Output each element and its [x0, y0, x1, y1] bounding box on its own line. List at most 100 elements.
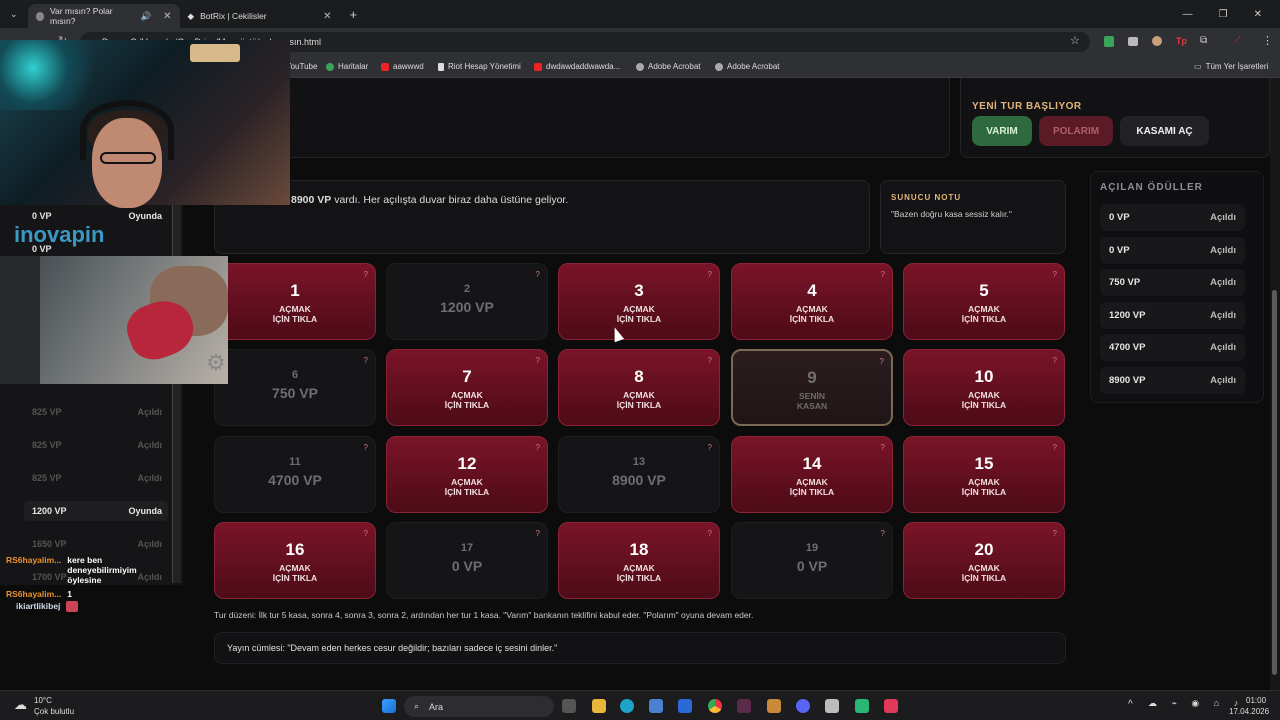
kasami-ac-button[interactable]: KASAMI AÇ [1120, 116, 1209, 146]
bookmark-riot[interactable]: Riot Hesap Yönetimi [438, 62, 521, 71]
chrome-icon[interactable] [708, 699, 722, 713]
varim-button[interactable]: VARIM [972, 116, 1032, 146]
help-icon: ? [707, 443, 712, 452]
row-status: Açıldı [137, 539, 162, 549]
extension-icon[interactable]: Tp [1176, 36, 1187, 46]
case-card-14[interactable]: ? 14 AÇMAK İÇİN TIKLA [731, 436, 893, 513]
poster [190, 44, 240, 62]
case-label: AÇMAK İÇİN TIKLA [961, 390, 1007, 410]
case-card-8[interactable]: ? 8 AÇMAK İÇİN TIKLA [558, 349, 720, 426]
case-label: AÇMAK İÇİN TIKLA [616, 390, 662, 410]
edge-icon[interactable] [620, 699, 634, 713]
extensions-puzzle-icon[interactable]: ⧉ [1200, 35, 1207, 46]
extension-icon[interactable] [1104, 36, 1114, 47]
help-icon: ? [535, 443, 540, 452]
help-icon: ? [1052, 270, 1057, 279]
case-card-16[interactable]: ? 16 AÇMAK İÇİN TIKLA [214, 522, 376, 599]
task-view-icon[interactable] [562, 699, 576, 713]
bookmark-all[interactable]: ▭ Tüm Yer İşaretleri [1194, 62, 1268, 71]
page-scrollbar-thumb[interactable] [1272, 290, 1277, 675]
case-card-10[interactable]: ? 10 AÇMAK İÇİN TIKLA [903, 349, 1065, 426]
discord-icon[interactable] [796, 699, 810, 713]
bookmark-aawwwd[interactable]: aawwwd [381, 62, 424, 71]
help-icon: ? [707, 270, 712, 279]
bookmark-haritalar[interactable]: Haritalar [326, 62, 368, 71]
app-icon[interactable] [825, 699, 839, 713]
case-card-20[interactable]: ? 20 AÇMAK İÇİN TIKLA [903, 522, 1065, 599]
case-card-15[interactable]: ? 15 AÇMAK İÇİN TIKLA [903, 436, 1065, 513]
case-card-9: ? 9 SENİN KASAN [731, 349, 893, 426]
help-icon: ? [1052, 443, 1057, 452]
case-card-1[interactable]: ? 1 AÇMAK İÇİN TIKLA [214, 263, 376, 340]
close-tab-icon[interactable]: ✕ [163, 11, 171, 22]
reward-status: Açıldı [1210, 375, 1236, 386]
help-icon: ? [535, 270, 540, 279]
case-label: AÇMAK İÇİN TIKLA [961, 563, 1007, 583]
extension-icon[interactable] [1152, 36, 1162, 46]
tab-search-icon[interactable]: ⌄ [10, 9, 18, 20]
case-card-4[interactable]: ? 4 AÇMAK İÇİN TIKLA [731, 263, 893, 340]
help-icon: ? [1052, 529, 1057, 538]
taskbar: ☁ 10°C Çok bulutlu ⌕ Ara ^ ☁ ⌁ ◉ ⌂ ♪ 01:0… [0, 690, 1280, 720]
reward-status: Açıldı [1210, 342, 1236, 354]
speaker-icon[interactable]: 🔊 [141, 11, 152, 22]
case-card-5[interactable]: ? 5 AÇMAK İÇİN TIKLA [903, 263, 1065, 340]
case-card-18[interactable]: ? 18 AÇMAK İÇİN TIKLA [558, 522, 720, 599]
bookmark-youtube[interactable]: YouTube [286, 62, 317, 71]
row-status: Oyunda [128, 211, 162, 221]
tray-chevron-icon[interactable]: ^ [1128, 699, 1133, 710]
bookmark-adobe-2[interactable]: Adobe Acrobat [715, 62, 779, 71]
reward-value: 0 VP [1109, 212, 1130, 223]
help-icon: ? [707, 529, 712, 538]
reward-value: 8900 VP [1109, 375, 1146, 386]
tab-favicon [35, 11, 44, 21]
chat-message: RS6hayalim... 1 [6, 589, 190, 599]
case-card-3[interactable]: ? 3 AÇMAK İÇİN TIKLA [558, 263, 720, 340]
app-icon[interactable] [767, 699, 781, 713]
tab-botrix[interactable]: ◆ BotRix | Cekilisler ✕ [180, 4, 340, 28]
close-tab-icon[interactable]: ✕ [323, 11, 331, 22]
app-icon[interactable] [884, 699, 898, 713]
store-icon[interactable] [649, 699, 663, 713]
tab-active[interactable]: Var mısın? Polar mısın? 🔊 ✕ [27, 4, 180, 28]
menu-icon[interactable]: ⋮ [1262, 34, 1273, 47]
mail-icon[interactable] [678, 699, 692, 713]
bookmark-adobe-1[interactable]: Adobe Acrobat [636, 62, 700, 71]
extension-icon[interactable] [1128, 37, 1138, 46]
case-card-2: ? 2 1200 VP [386, 263, 548, 340]
start-icon[interactable] [382, 699, 396, 713]
reward-status: Açıldı [1210, 244, 1236, 256]
file-explorer-icon[interactable] [592, 699, 606, 713]
taskbar-search[interactable]: ⌕ Ara [404, 696, 554, 717]
chat-text: 1 [67, 589, 73, 599]
stream-quote: Yayın cümlesi: "Devam eden herkes cesur … [214, 632, 1066, 664]
close-window-icon[interactable]: ✕ [1254, 9, 1262, 20]
neon-light [0, 40, 110, 110]
bookmark-label: dwdawdaddwawda... [546, 62, 621, 71]
help-icon: ? [363, 356, 368, 365]
bookmark-dwdawd[interactable]: dwdawdaddwawda... [534, 62, 620, 71]
case-label: SENİN KASAN [796, 391, 828, 411]
new-tab-icon[interactable]: + [350, 7, 358, 22]
app-icon[interactable] [737, 699, 751, 713]
case-value: 0 VP [796, 558, 828, 574]
maximize-icon[interactable]: ❐ [1219, 9, 1228, 20]
app-icon[interactable] [855, 699, 869, 713]
clock-date: 17.04.2026 [1229, 707, 1270, 716]
status-message: 8900 VP vardı. Her açılışta duvar biraz … [214, 180, 870, 254]
case-card-12[interactable]: ? 12 AÇMAK İÇİN TIKLA [386, 436, 548, 513]
profile-icon[interactable]: ⟋ [1234, 35, 1241, 46]
case-value: 8900 VP [612, 472, 666, 488]
youtube-icon [534, 62, 542, 71]
tab-strip: ⌄ Var mısın? Polar mısın? 🔊 ✕ ◆ BotRix |… [0, 0, 1280, 28]
reward-row: 750 VP Açıldı [1100, 269, 1245, 297]
case-number: 18 [629, 540, 649, 559]
new-round-title: YENİ TUR BAŞLIYOR [972, 101, 1082, 112]
host-note: SUNUCU NOTU "Bazen doğru kasa sessiz kal… [880, 180, 1066, 254]
case-card-7[interactable]: ? 7 AÇMAK İÇİN TIKLA [386, 349, 548, 426]
polarim-button[interactable]: POLARIM [1039, 116, 1113, 146]
headphones [80, 100, 174, 160]
bookmark-star-icon[interactable]: ☆ [1070, 34, 1080, 47]
weather-icon[interactable]: ☁ [14, 697, 27, 713]
minimize-icon[interactable]: — [1183, 9, 1193, 20]
